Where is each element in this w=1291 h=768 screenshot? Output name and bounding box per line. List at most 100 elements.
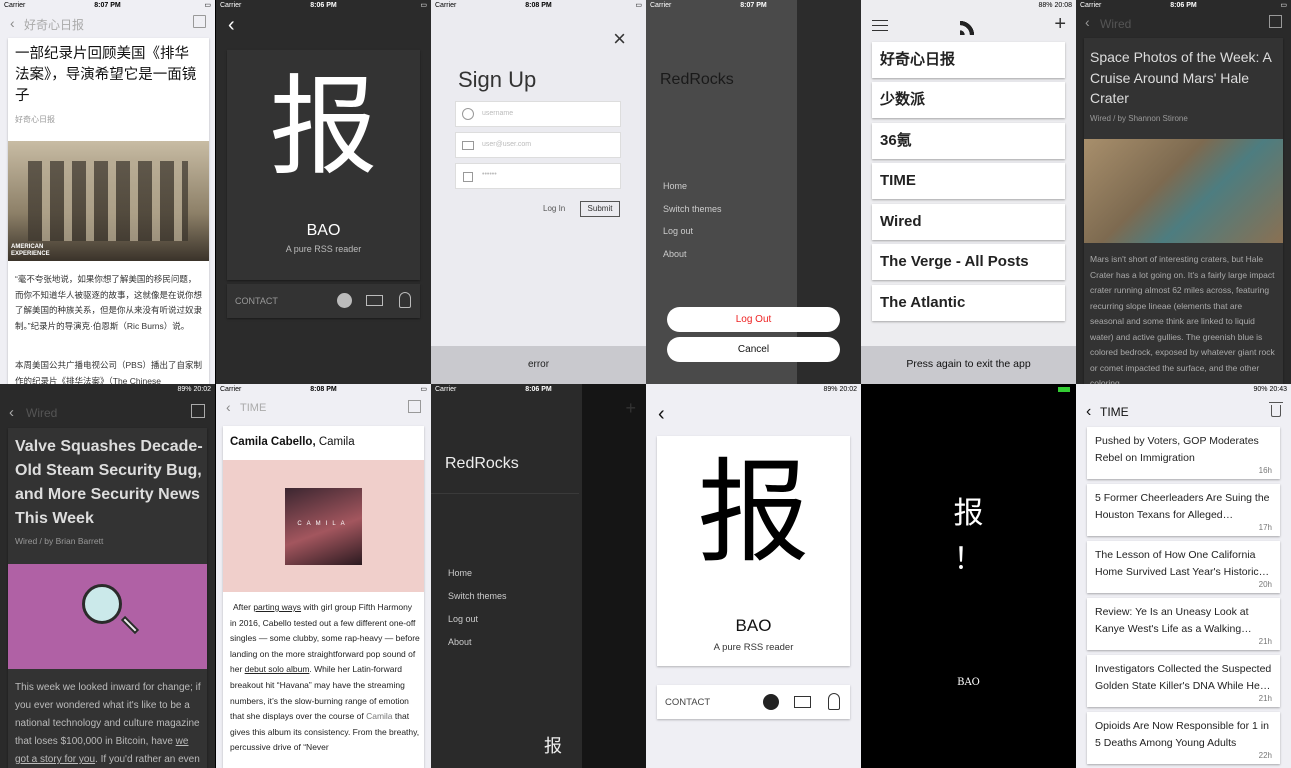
back-button[interactable]: ‹ bbox=[1086, 403, 1091, 421]
username-field[interactable]: username bbox=[455, 101, 621, 127]
article-source: 好奇心日报 bbox=[15, 115, 55, 124]
toast-message: Press again to exit the app bbox=[906, 358, 1031, 370]
article-photo bbox=[1084, 139, 1283, 243]
back-button[interactable]: ‹ bbox=[9, 404, 14, 421]
github-icon[interactable] bbox=[337, 293, 352, 308]
source-item[interactable]: Wired bbox=[872, 204, 1065, 240]
source-item[interactable]: 36氪 bbox=[872, 123, 1065, 159]
error-message: error bbox=[527, 359, 550, 370]
menu-item-home[interactable]: Home bbox=[448, 568, 472, 578]
news-item[interactable]: Opioids Are Now Responsible for 1 in 5 D… bbox=[1087, 712, 1280, 764]
share-icon[interactable] bbox=[1269, 15, 1282, 28]
login-link[interactable]: Log In bbox=[543, 204, 565, 213]
clock: 8:08 PM bbox=[310, 386, 337, 393]
source-item[interactable]: 好奇心日报 bbox=[872, 42, 1065, 78]
clock: 88% 20:08 bbox=[1038, 2, 1072, 9]
password-placeholder: •••••• bbox=[482, 171, 497, 178]
source-item[interactable]: 少数派 bbox=[872, 82, 1065, 118]
news-title: 5 Former Cheerleaders Are Suing the Hous… bbox=[1095, 492, 1270, 521]
title-bold: Camila Cabello, bbox=[230, 436, 316, 448]
signup-screen: Carrier 8:08 PM ▭ × Sign Up username user@… bbox=[431, 0, 646, 384]
mail-icon[interactable] bbox=[366, 295, 383, 306]
email-field[interactable]: user@user.com bbox=[455, 132, 621, 158]
app-tagline: A pure RSS reader bbox=[713, 642, 794, 653]
menu-item-switch-themes[interactable]: Switch themes bbox=[448, 591, 507, 601]
news-item[interactable]: Pushed by Voters, GOP Moderates Rebel on… bbox=[1087, 427, 1280, 479]
drawer-screen-dark: Carrier8:06 PM▭ + RedRocks Home Switch t… bbox=[431, 384, 646, 768]
app-logo: 报 bbox=[697, 448, 810, 578]
drawer-divider bbox=[431, 493, 579, 494]
share-icon[interactable] bbox=[408, 400, 421, 413]
article-screen-time: Carrier 8:08 PM ▭ ‹ TIME Camila Cabello, C… bbox=[216, 384, 431, 768]
drawer-logout-screen: Carrier8:07 PM▭ RedRocks Home Switch the… bbox=[646, 0, 861, 384]
news-title: Investigators Collected the Suspected Go… bbox=[1095, 663, 1272, 692]
sources-screen: 88% 20:08 + 好奇心日报 少数派 36氪 TIME Wired The… bbox=[861, 0, 1076, 384]
share-icon[interactable] bbox=[191, 404, 205, 418]
drawer-brand: RedRocks bbox=[660, 71, 734, 88]
close-icon[interactable]: × bbox=[613, 28, 626, 50]
about-card: 报 BAO A pure RSS reader bbox=[657, 436, 850, 666]
mail-icon[interactable] bbox=[794, 696, 811, 708]
status-bar: Carrier 8:08 PM ▭ bbox=[431, 0, 646, 11]
source-item[interactable]: The Verge - All Posts bbox=[872, 244, 1065, 280]
menu-item-home[interactable]: Home bbox=[663, 181, 687, 191]
body-link[interactable]: debut solo album bbox=[245, 664, 310, 674]
news-item[interactable]: The Lesson of How One California Home Su… bbox=[1087, 541, 1280, 593]
splash-logo: 报 bbox=[953, 496, 984, 531]
cancel-button[interactable]: Cancel bbox=[667, 337, 840, 362]
hamburger-icon[interactable] bbox=[872, 20, 888, 31]
feed-list-screen-time: 90% 20:43 ‹ TIME Pushed by Voters, GOP M… bbox=[1076, 384, 1291, 768]
logout-confirm-button[interactable]: Log Out bbox=[667, 307, 840, 332]
source-item[interactable]: The Atlantic bbox=[872, 285, 1065, 321]
status-bar: Carrier8:06 PM▭ bbox=[216, 0, 431, 11]
menu-item-about[interactable]: About bbox=[448, 637, 472, 647]
add-icon[interactable]: + bbox=[1054, 14, 1066, 34]
back-button[interactable]: ‹ bbox=[1085, 14, 1090, 30]
news-item[interactable]: Review: Ye Is an Uneasy Look at Kanye We… bbox=[1087, 598, 1280, 650]
app-name: BAO bbox=[735, 616, 772, 635]
error-bar: error bbox=[431, 346, 646, 384]
nav-title: TIME bbox=[240, 402, 267, 414]
news-item[interactable]: Investigators Collected the Suspected Go… bbox=[1087, 655, 1280, 707]
back-button[interactable]: ‹ bbox=[226, 399, 231, 415]
menu-item-logout[interactable]: Log out bbox=[448, 614, 478, 624]
article-card: Valve Squashes Decade-Old Steam Security… bbox=[8, 428, 207, 768]
github-icon[interactable] bbox=[763, 694, 779, 710]
person-icon[interactable] bbox=[399, 292, 411, 308]
back-button[interactable]: ‹ bbox=[658, 403, 665, 426]
menu-item-about[interactable]: About bbox=[663, 249, 687, 259]
album-cover-text: CAMILA bbox=[297, 521, 350, 527]
drawer-dim-content bbox=[582, 384, 646, 768]
app-name: BAO bbox=[306, 222, 341, 239]
person-icon[interactable] bbox=[828, 693, 840, 710]
article-photo: AMERICAN EXPERIENCE bbox=[8, 141, 209, 261]
password-field[interactable]: •••••• bbox=[455, 163, 621, 189]
share-icon[interactable] bbox=[193, 15, 206, 28]
news-time: 21h bbox=[1258, 637, 1272, 646]
article-card: Space Photos of the Week: A Cruise Aroun… bbox=[1084, 38, 1283, 384]
menu-item-switch-themes[interactable]: Switch themes bbox=[663, 204, 722, 214]
article-paragraph: “毫不夸张地说，如果你想了解美国的移民问题，而你不知道华人被驱逐的故事，这就像是… bbox=[15, 274, 203, 331]
news-time: 21h bbox=[1258, 694, 1272, 703]
news-item[interactable]: 5 Former Cheerleaders Are Suing the Hous… bbox=[1087, 484, 1280, 536]
menu-item-logout[interactable]: Log out bbox=[663, 226, 693, 236]
body-text: After bbox=[233, 602, 254, 612]
source-item[interactable]: TIME bbox=[872, 163, 1065, 199]
lock-icon bbox=[463, 172, 473, 182]
status-bar: 88% 20:08 bbox=[861, 0, 1076, 11]
bug-magnifier-icon bbox=[82, 584, 122, 624]
battery-indicator bbox=[1058, 387, 1070, 392]
back-button[interactable]: ‹ bbox=[228, 14, 235, 37]
contact-bar: CONTACT bbox=[227, 284, 420, 318]
submit-button[interactable]: Submit bbox=[580, 201, 620, 217]
article-card: Camila Cabello, Camila CAMILA After part… bbox=[223, 426, 424, 768]
mail-icon bbox=[462, 141, 474, 150]
album-banner: CAMILA bbox=[223, 460, 424, 592]
body-link[interactable]: Camila bbox=[366, 711, 392, 721]
trash-icon[interactable] bbox=[1269, 402, 1283, 417]
body-link[interactable]: parting ways bbox=[253, 602, 301, 612]
contact-label: CONTACT bbox=[665, 697, 711, 708]
about-card: 报 BAO A pure RSS reader bbox=[227, 50, 420, 280]
back-button[interactable]: ‹ bbox=[10, 15, 15, 31]
status-bar: Carrier8:06 PM▭ bbox=[1076, 0, 1291, 11]
